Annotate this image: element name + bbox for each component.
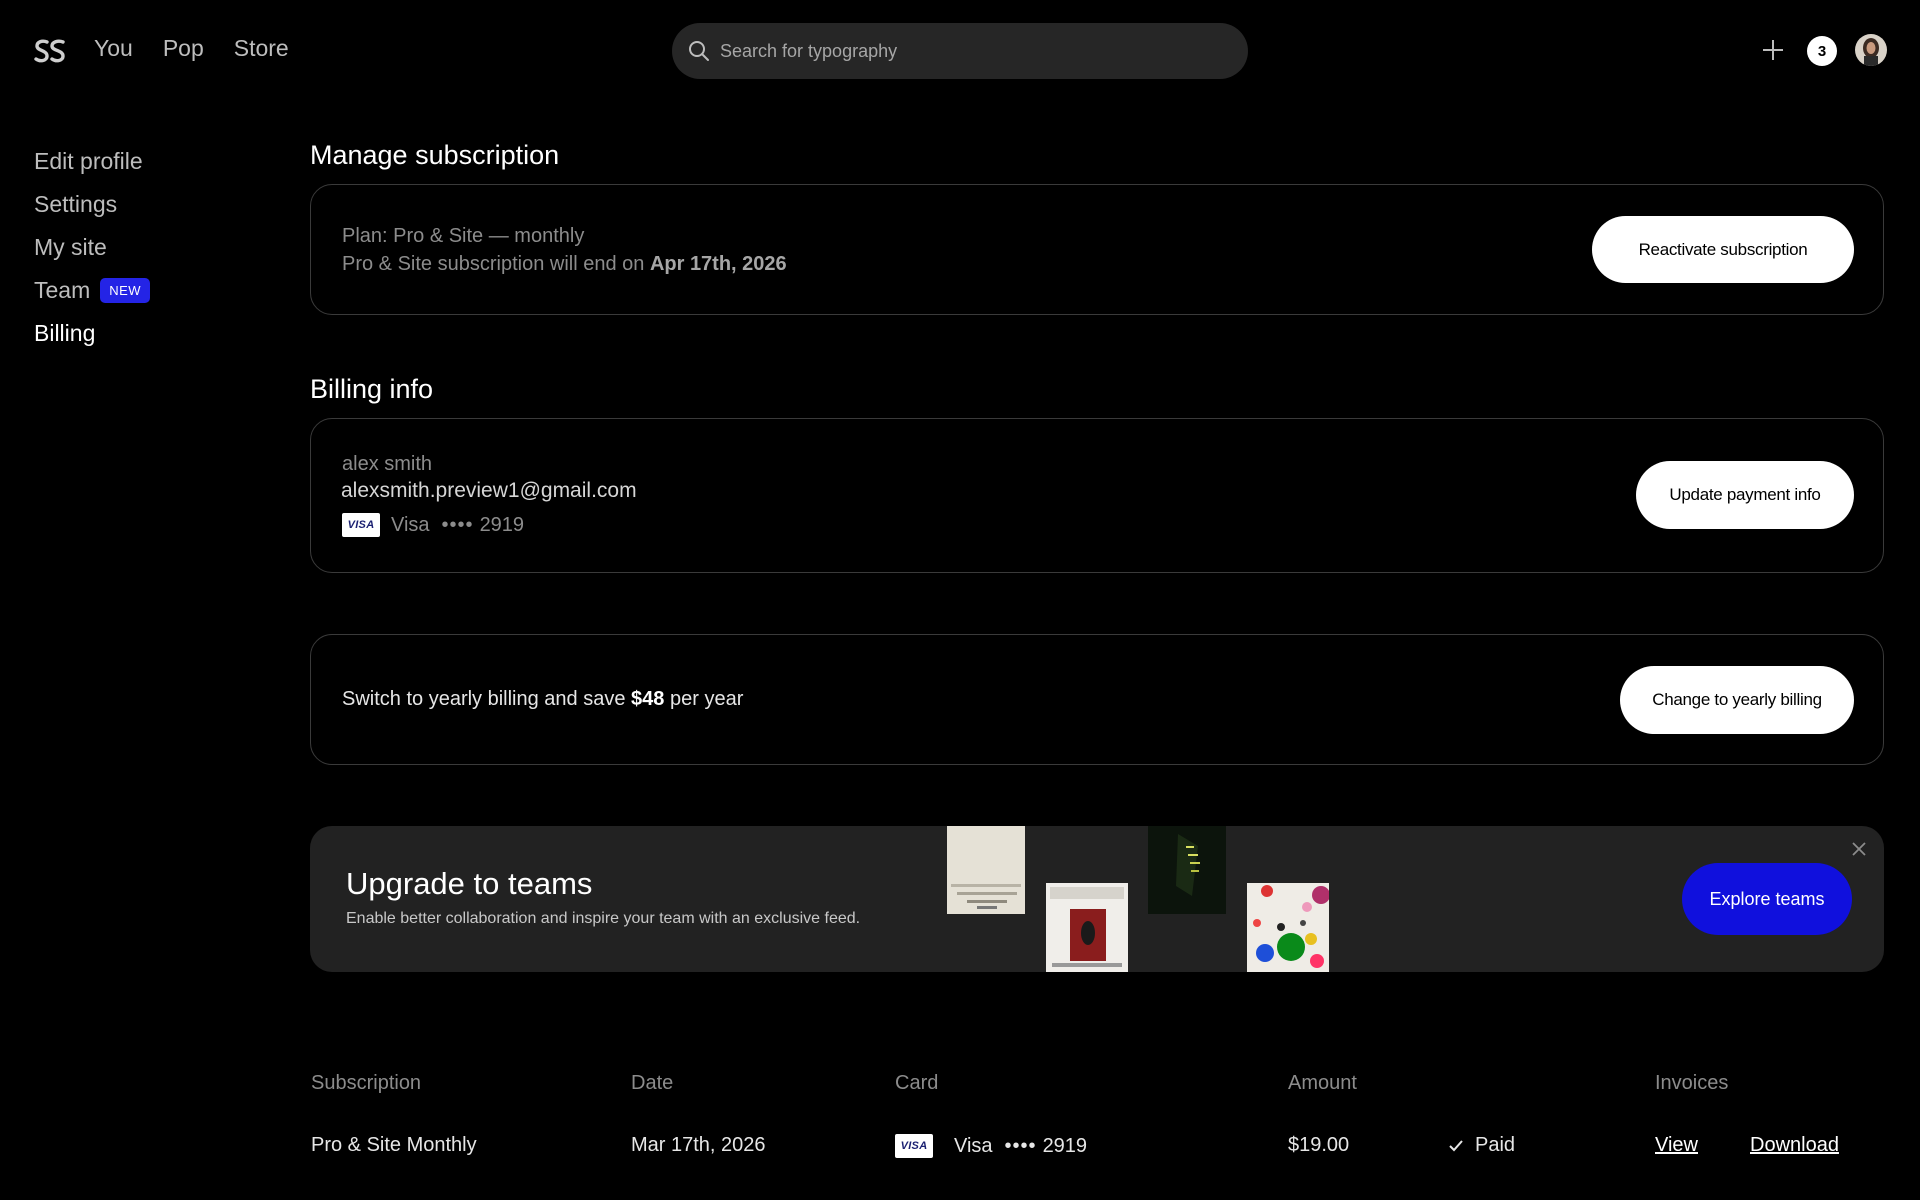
thumbnail-image	[1148, 826, 1226, 914]
sidebar-item-label: Billing	[34, 320, 96, 346]
end-prefix: Pro & Site subscription will end on	[342, 253, 645, 275]
sidebar-item-label: Settings	[34, 191, 118, 217]
change-to-yearly-button[interactable]: Change to yearly billing	[1620, 666, 1854, 734]
sidebar-item-settings[interactable]: Settings	[34, 183, 150, 226]
yearly-prefix: Switch to yearly billing and save	[342, 688, 626, 710]
notification-badge[interactable]: 3	[1807, 36, 1837, 66]
row-card-brand: Visa	[954, 1134, 993, 1157]
reactivate-subscription-button[interactable]: Reactivate subscription	[1592, 216, 1854, 283]
banner-title: Upgrade to teams	[346, 866, 593, 901]
row-card-dots: ••••	[1004, 1134, 1037, 1157]
yearly-suffix: per year	[669, 688, 744, 710]
sidebar-item-label: My site	[34, 234, 107, 260]
column-header-amount: Amount	[1288, 1072, 1357, 1094]
yearly-offer-text: Switch to yearly billing and save $48 pe…	[342, 688, 743, 711]
search-bar[interactable]	[672, 23, 1248, 79]
row-amount: $19.00	[1288, 1134, 1350, 1156]
billing-email: alexsmith.preview1@gmail.com	[341, 479, 637, 502]
sidebar-item-label: Team	[34, 277, 91, 303]
download-invoice-link[interactable]: Download	[1750, 1134, 1839, 1157]
manage-subscription-title: Manage subscription	[310, 140, 560, 170]
visa-icon: VISA	[342, 513, 380, 537]
update-payment-info-button[interactable]: Update payment info	[1636, 461, 1854, 529]
avatar[interactable]	[1855, 34, 1887, 66]
banner-subtitle: Enable better collaboration and inspire …	[346, 910, 861, 927]
nav-store[interactable]: Store	[234, 35, 289, 62]
billing-card: VISA Visa •••• 2919	[342, 513, 524, 537]
row-subscription: Pro & Site Monthly	[311, 1134, 477, 1156]
column-header-subscription: Subscription	[311, 1072, 422, 1094]
row-card-last4: 2919	[1042, 1134, 1088, 1157]
nav-you[interactable]: You	[94, 35, 133, 62]
search-icon	[689, 41, 709, 61]
subscription-card: Plan: Pro & Site — monthly Pro & Site su…	[310, 184, 1884, 315]
subscription-end-text: Pro & Site subscription will end on Apr …	[342, 253, 787, 276]
upgrade-teams-banner: Upgrade to teams Enable better collabora…	[310, 826, 1884, 972]
visa-icon: VISA	[895, 1134, 933, 1158]
view-invoice-link[interactable]: View	[1655, 1134, 1698, 1157]
thumbnail-image	[1046, 883, 1128, 972]
thumbnail-image	[1247, 883, 1329, 972]
sidebar-item-my-site[interactable]: My site	[34, 226, 150, 269]
card-dots: ••••	[441, 513, 474, 536]
billing-info-card: alex smith alexsmith.preview1@gmail.com …	[310, 418, 1884, 573]
nav-pop[interactable]: Pop	[163, 35, 204, 62]
thumbnail-image	[947, 826, 1025, 914]
yearly-amount: $48	[631, 688, 665, 710]
sidebar-item-billing[interactable]: Billing	[34, 312, 150, 355]
column-header-card: Card	[895, 1072, 939, 1094]
main-nav: You Pop Store	[94, 35, 289, 62]
row-date: Mar 17th, 2026	[631, 1134, 766, 1156]
sidebar-item-label: Edit profile	[34, 148, 143, 174]
sidebar-item-edit-profile[interactable]: Edit profile	[34, 140, 150, 183]
top-bar: You Pop Store 3	[0, 0, 1920, 100]
row-status: Paid	[1447, 1134, 1515, 1157]
close-icon[interactable]	[1850, 840, 1868, 858]
yearly-billing-card: Switch to yearly billing and save $48 pe…	[310, 634, 1884, 765]
explore-teams-button[interactable]: Explore teams	[1682, 863, 1852, 935]
billing-name: alex smith	[342, 453, 433, 475]
end-date: Apr 17th, 2026	[649, 253, 787, 275]
new-badge: NEW	[100, 278, 151, 303]
sidebar-item-team[interactable]: Team NEW	[34, 269, 151, 312]
row-card: VISA Visa •••• 2919	[895, 1134, 1087, 1158]
column-header-date: Date	[631, 1072, 674, 1094]
settings-sidebar: Edit profile Settings My site Team NEW B…	[34, 140, 151, 355]
card-last4: 2919	[479, 513, 525, 536]
card-brand: Visa	[391, 513, 430, 536]
checkmark-icon	[1449, 1139, 1463, 1151]
search-input[interactable]	[720, 40, 1248, 62]
plus-icon[interactable]	[1760, 37, 1786, 63]
billing-info-title: Billing info	[310, 374, 434, 404]
logo-icon[interactable]	[34, 36, 66, 66]
plan-text: Plan: Pro & Site — monthly	[342, 225, 585, 247]
paid-status: Paid	[1475, 1134, 1516, 1156]
column-header-invoices: Invoices	[1655, 1072, 1729, 1094]
